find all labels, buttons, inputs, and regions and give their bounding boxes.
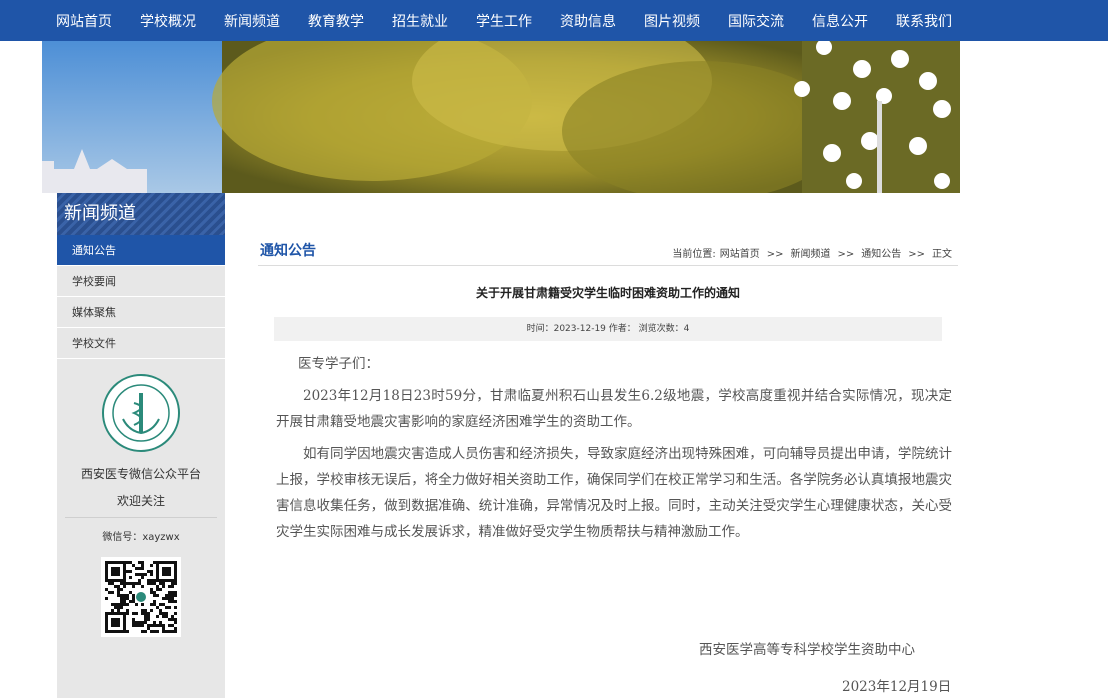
nav-item[interactable]: 学校概况 (126, 0, 210, 41)
welcome-text: 欢迎关注 (65, 492, 217, 518)
sidebar-title: 新闻频道 (57, 193, 225, 235)
sidebar-menu: 通知公告 学校要闻 媒体聚焦 学校文件 (57, 235, 225, 359)
breadcrumb-separator: >> (766, 249, 784, 260)
article-meta: 时间：2023-12-19 作者： 浏览次数：4 (274, 317, 942, 341)
breadcrumb-link[interactable]: 通知公告 (861, 249, 901, 260)
breadcrumb-link[interactable]: 新闻频道 (790, 249, 830, 260)
breadcrumb-prefix: 当前位置: (672, 249, 716, 260)
wechat-panel: 西安医专微信公众平台 欢迎关注 微信号：xayzwx (65, 373, 217, 637)
qr-code-icon (101, 557, 181, 637)
nav-item[interactable]: 国际交流 (714, 0, 798, 41)
paragraph: 如有同学因地震灾害造成人员伤害和经济损失，导致家庭经济出现特殊困难，可向辅导员提… (276, 446, 952, 540)
breadcrumb-separator: >> (908, 249, 925, 260)
sidebar-menu-item[interactable]: 学校文件 (57, 328, 225, 359)
nav-item[interactable]: 联系我们 (882, 0, 966, 41)
nav-item[interactable]: 新闻频道 (210, 0, 294, 41)
greeting: 医专学子们： (298, 356, 379, 372)
publish-date: 2023年12月19日 (842, 679, 952, 695)
banner-illustration (42, 41, 960, 193)
nav-item[interactable]: 招生就业 (378, 0, 462, 41)
article-title: 关于开展甘肃籍受灾学生临时困难资助工作的通知 (475, 286, 740, 300)
sidebar-menu-item[interactable]: 媒体聚焦 (57, 297, 225, 328)
sidebar-menu-item[interactable]: 学校要闻 (57, 266, 225, 297)
nav-item[interactable]: 教育教学 (294, 0, 378, 41)
school-logo-icon (101, 373, 181, 453)
main-content: 通知公告 当前位置: 网站首页 >> 新闻频道 >> 通知公告 >> 正文 关于开展甘肃籍受灾… (258, 232, 958, 545)
wechat-id: 微信号：xayzwx (102, 532, 180, 543)
category-title: 通知公告 (260, 243, 316, 259)
nav-item[interactable]: 学生工作 (462, 0, 546, 41)
wechat-platform-title: 西安医专微信公众平台 (80, 467, 201, 481)
breadcrumb: 当前位置: 网站首页 >> 新闻频道 >> 通知公告 >> 正文 (670, 245, 954, 260)
paragraph: 2023年12月18日23时59分，甘肃临夏州积石山县发生6.2级地震，学校高度… (276, 388, 952, 430)
breadcrumb-link: 正文 (932, 249, 952, 260)
nav-item[interactable]: 信息公开 (798, 0, 882, 41)
content-header: 通知公告 当前位置: 网站首页 >> 新闻频道 >> 通知公告 >> 正文 (258, 232, 958, 266)
nav-item[interactable]: 网站首页 (42, 0, 126, 41)
top-navigation-bar: 网站首页 学校概况 新闻频道 教育教学 招生就业 学生工作 资助信息 图片视频 国际交流 信息公开… (0, 0, 1108, 41)
banner-image (42, 41, 960, 193)
nav-items: 网站首页 学校概况 新闻频道 教育教学 招生就业 学生工作 资助信息 图片视频 国际交流 信息公开… (42, 0, 966, 41)
breadcrumb-link[interactable]: 网站首页 (720, 249, 760, 260)
nav-item[interactable]: 资助信息 (546, 0, 630, 41)
signature: 西安医学高等专科学校学生资助中心 (699, 642, 915, 658)
article-body: 医专学子们： 2023年12月18日23时59分，甘肃临夏州积石山县发生6.2级… (258, 351, 958, 545)
breadcrumb-separator: >> (837, 249, 855, 260)
nav-item[interactable]: 图片视频 (630, 0, 714, 41)
sidebar-menu-item[interactable]: 通知公告 (57, 235, 225, 266)
sidebar: 新闻频道 通知公告 学校要闻 媒体聚焦 学校文件 西安医专微信公众平台 欢迎关注 微信… (57, 193, 225, 698)
